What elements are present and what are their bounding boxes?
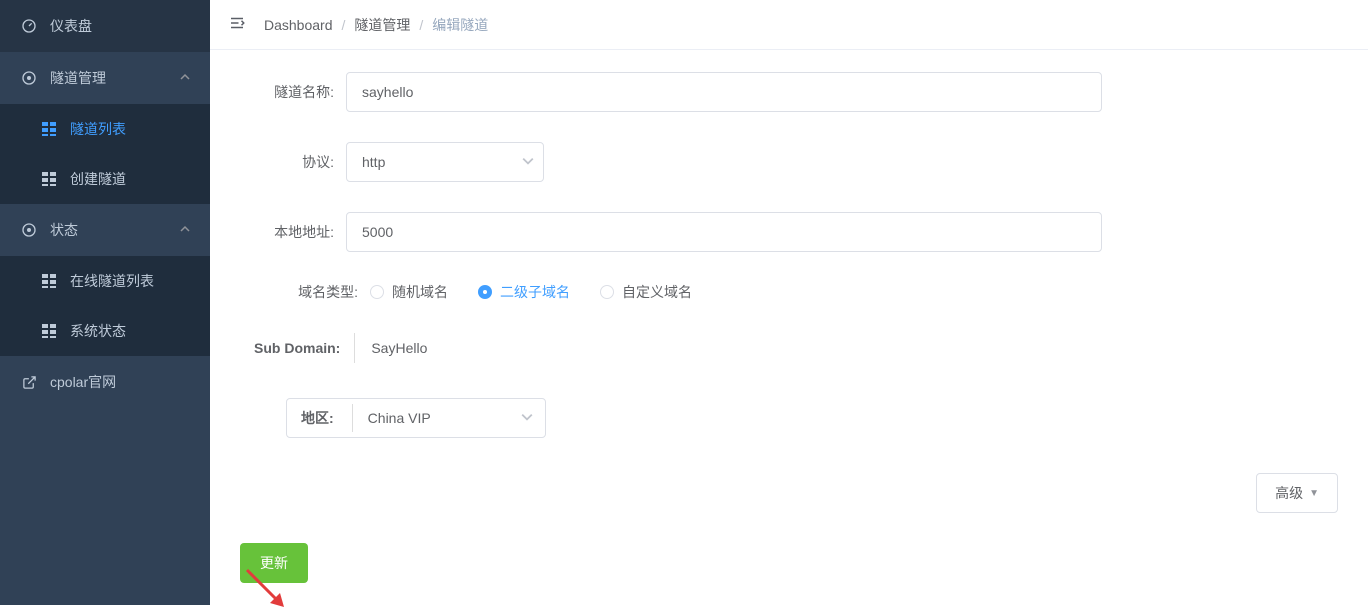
radio-icon — [370, 285, 384, 299]
sidebar-item-tunnel-list[interactable]: 隧道列表 — [0, 104, 210, 154]
sidebar-item-online-tunnels[interactable]: 在线隧道列表 — [0, 256, 210, 306]
protocol-select-input[interactable] — [346, 142, 544, 182]
breadcrumb-item[interactable]: Dashboard — [264, 17, 333, 33]
breadcrumb-separator: / — [342, 17, 346, 33]
radio-label: 随机域名 — [392, 282, 448, 302]
breadcrumb-item-current: 编辑隧道 — [432, 15, 488, 35]
form-content: 隧道名称: 协议: 本地地址: 域名类型 — [210, 50, 1368, 605]
chevron-up-icon — [180, 72, 190, 85]
region-value: China VIP — [353, 410, 446, 426]
tunnel-name-label: 隧道名称: — [240, 82, 346, 102]
chevron-up-icon — [180, 224, 190, 237]
subdomain-label: Sub Domain: — [240, 328, 354, 368]
sidebar-item-status[interactable]: 状态 — [0, 204, 210, 256]
local-addr-input[interactable] — [346, 212, 1102, 252]
sidebar-item-system-status[interactable]: 系统状态 — [0, 306, 210, 356]
sidebar-item-label: 仪表盘 — [50, 16, 92, 36]
sidebar-item-dashboard[interactable]: 仪表盘 — [0, 0, 210, 52]
gauge-icon — [20, 18, 38, 34]
radio-label: 二级子域名 — [500, 282, 570, 302]
radio-custom-domain[interactable]: 自定义域名 — [600, 282, 692, 302]
sidebar-item-label: 隧道列表 — [70, 119, 126, 139]
radio-random-domain[interactable]: 随机域名 — [370, 282, 448, 302]
domain-type-radio-group: 随机域名 二级子域名 自定义域名 — [370, 282, 722, 302]
protocol-select[interactable] — [346, 142, 544, 182]
advanced-button[interactable]: 高级 ▼ — [1256, 473, 1338, 513]
local-addr-label: 本地地址: — [240, 222, 346, 242]
table-icon — [40, 274, 58, 288]
compass-icon — [20, 222, 38, 238]
update-button[interactable]: 更新 — [240, 543, 308, 583]
breadcrumb: Dashboard / 隧道管理 / 编辑隧道 — [264, 15, 488, 35]
breadcrumb-item[interactable]: 隧道管理 — [354, 15, 410, 35]
radio-icon — [600, 285, 614, 299]
sidebar-item-create-tunnel[interactable]: 创建隧道 — [0, 154, 210, 204]
chevron-down-icon — [521, 411, 533, 426]
triangle-down-icon: ▼ — [1309, 488, 1319, 499]
table-icon — [40, 324, 58, 338]
protocol-label: 协议: — [240, 152, 346, 172]
sidebar-item-cpolar-site[interactable]: cpolar官网 — [0, 356, 210, 408]
domain-type-label: 域名类型: — [240, 282, 370, 302]
radio-label: 自定义域名 — [622, 282, 692, 302]
sidebar-item-label: 状态 — [50, 220, 78, 240]
region-select[interactable]: 地区: China VIP — [286, 398, 546, 438]
sidebar-item-label: 在线隧道列表 — [70, 271, 154, 291]
subdomain-value[interactable]: SayHello — [355, 328, 443, 368]
table-icon — [40, 122, 58, 136]
sidebar-toggle-icon[interactable] — [228, 14, 246, 35]
external-link-icon — [20, 375, 38, 390]
breadcrumb-separator: / — [419, 17, 423, 33]
advanced-button-label: 高级 — [1275, 483, 1303, 503]
main-area: Dashboard / 隧道管理 / 编辑隧道 隧道名称: 协议: — [210, 0, 1368, 605]
table-icon — [40, 172, 58, 186]
sidebar-item-label: 创建隧道 — [70, 169, 126, 189]
sidebar-item-label: cpolar官网 — [50, 372, 116, 392]
tunnel-name-input[interactable] — [346, 72, 1102, 112]
sidebar-item-tunnel-mgmt[interactable]: 隧道管理 — [0, 52, 210, 104]
region-label: 地区: — [287, 408, 352, 428]
radio-icon — [478, 285, 492, 299]
sidebar: 仪表盘 隧道管理 隧道列表 创建隧道 — [0, 0, 210, 605]
header: Dashboard / 隧道管理 / 编辑隧道 — [210, 0, 1368, 50]
radio-subdomain[interactable]: 二级子域名 — [478, 282, 570, 302]
compass-icon — [20, 70, 38, 86]
sidebar-item-label: 隧道管理 — [50, 68, 106, 88]
sidebar-item-label: 系统状态 — [70, 321, 126, 341]
